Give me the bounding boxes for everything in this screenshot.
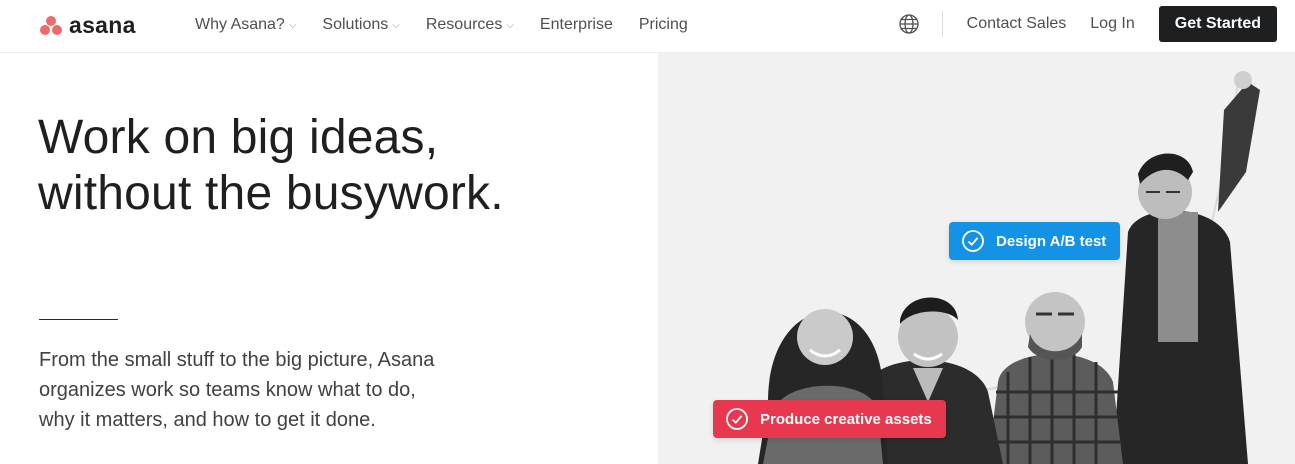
asana-logo-icon (38, 14, 64, 36)
task-chip-label: Design A/B test (996, 232, 1107, 250)
nav-solutions-label: Solutions (322, 16, 389, 33)
contact-sales-link[interactable]: Contact Sales (967, 15, 1067, 33)
task-chip-label: Produce creative assets (760, 410, 932, 428)
asana-logo[interactable]: asana (38, 10, 136, 40)
nav-actions: Contact Sales Log In Get Started (898, 0, 1277, 47)
nav-why-asana[interactable]: Why Asana? ⌵ (195, 16, 296, 34)
check-circle-icon (726, 408, 748, 430)
nav-enterprise[interactable]: Enterprise (540, 16, 613, 34)
chevron-down-icon: ⌵ (288, 19, 297, 31)
nav-enterprise-label: Enterprise (539, 16, 613, 33)
nav-why-asana-label: Why Asana? (195, 16, 285, 33)
hero-headline-line-2: without the busywork. (38, 167, 504, 220)
top-navigation: asana Why Asana? ⌵ Solutions ⌵ Resources… (0, 0, 1295, 53)
hero-divider (39, 319, 118, 320)
nav-resources[interactable]: Resources ⌵ (426, 16, 514, 34)
login-link[interactable]: Log In (1090, 15, 1134, 33)
chevron-down-icon: ⌵ (392, 19, 400, 31)
nav-pricing-label: Pricing (638, 16, 688, 33)
nav-divider (941, 10, 943, 37)
brand-name: asana (69, 11, 136, 38)
hero-description: From the small stuff to the big picture,… (39, 349, 435, 431)
hero-headline: Work on big ideas, without the busywork. (38, 110, 638, 222)
hero-headline-line-1: Work on big ideas, (38, 111, 439, 164)
chevron-down-icon: ⌵ (506, 19, 514, 31)
check-circle-icon (962, 230, 984, 252)
task-chip-design-ab-test[interactable]: Design A/B test (949, 222, 1121, 260)
globe-icon[interactable] (898, 13, 920, 35)
primary-nav: Why Asana? ⌵ Solutions ⌵ Resources ⌵ Ent… (195, 0, 714, 50)
nav-resources-label: Resources (425, 16, 503, 33)
nav-pricing[interactable]: Pricing (639, 16, 688, 34)
task-chip-produce-creative-assets[interactable]: Produce creative assets (713, 400, 946, 438)
get-started-button[interactable]: Get Started (1158, 5, 1277, 42)
nav-solutions[interactable]: Solutions ⌵ (322, 16, 399, 34)
